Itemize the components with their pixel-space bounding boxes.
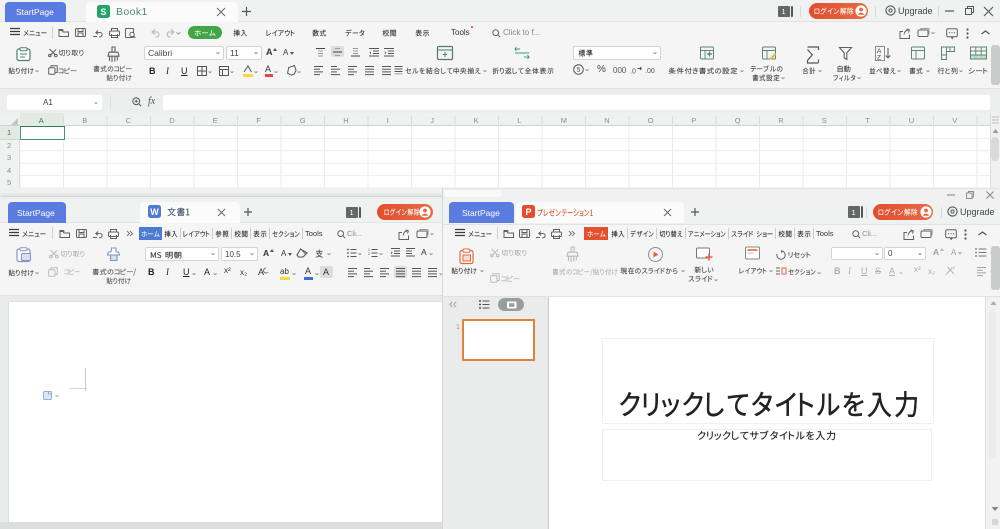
svg-text:000: 000 — [613, 66, 627, 75]
svg-text:2: 2 — [368, 252, 370, 256]
svg-text:P: P — [525, 207, 531, 217]
svg-text:5: 5 — [577, 67, 581, 74]
svg-text:W: W — [150, 207, 159, 217]
svg-text:.00: .00 — [645, 68, 655, 75]
svg-text:A: A — [258, 267, 264, 277]
svg-text:S: S — [100, 7, 106, 17]
svg-text:Z: Z — [877, 55, 881, 62]
svg-text:.0: .0 — [630, 69, 636, 76]
